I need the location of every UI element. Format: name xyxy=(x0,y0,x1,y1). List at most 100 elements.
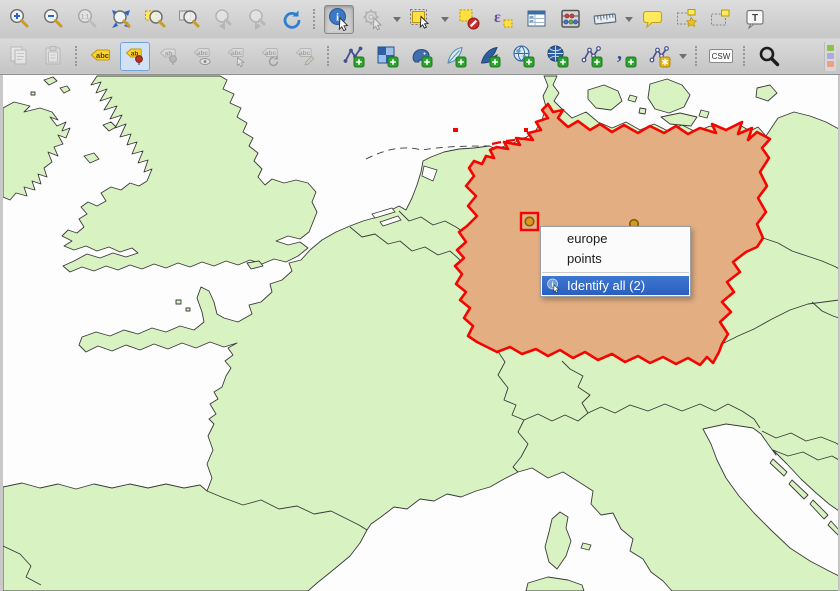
show-bookmarks-button[interactable] xyxy=(706,5,736,34)
toolbar-separator xyxy=(327,46,331,66)
zoom-in-icon xyxy=(7,7,31,31)
text-annotation-button[interactable]: T xyxy=(740,5,770,34)
zoom-to-layer-button[interactable] xyxy=(174,5,204,34)
add-wfs-icon xyxy=(579,44,603,68)
zoom-to-layer-icon xyxy=(177,7,201,31)
paste-style-button[interactable] xyxy=(38,42,68,71)
map-canvas[interactable] xyxy=(3,75,839,591)
text-annotation-icon: T xyxy=(743,7,767,31)
context-menu-item-points[interactable]: points xyxy=(541,249,690,269)
add-virtual-layer-button[interactable] xyxy=(644,42,674,71)
identify-icon: i xyxy=(327,7,351,31)
copy-style-icon xyxy=(7,44,31,68)
feature-action-dropdown[interactable] xyxy=(393,17,401,22)
label-and-layers-toolbar: abc ab ab abc abc xyxy=(0,38,840,73)
select-features-icon xyxy=(409,7,433,31)
add-wcs-layer-button[interactable] xyxy=(542,42,572,71)
measure-ruler-icon xyxy=(593,7,617,31)
add-wms-globe-icon xyxy=(511,44,535,68)
pin-unpin-labels-button[interactable]: ab xyxy=(120,42,150,71)
measure-button[interactable] xyxy=(590,5,620,34)
svg-text:CSW: CSW xyxy=(712,52,731,61)
zoom-in-button[interactable] xyxy=(4,5,34,34)
metasearch-csw-button[interactable]: CSW xyxy=(706,42,736,71)
statistical-summary-button[interactable] xyxy=(556,5,586,34)
add-postgis-elephant-icon xyxy=(409,44,433,68)
svg-text:abc: abc xyxy=(299,50,311,57)
zoom-to-selection-icon xyxy=(143,7,167,31)
deselect-features-button[interactable] xyxy=(454,5,484,34)
add-wcs-globe-icon xyxy=(545,44,569,68)
change-label-button[interactable]: abc xyxy=(290,42,320,71)
toolbar-overflow-button[interactable] xyxy=(824,42,836,71)
context-menu-item-europe[interactable]: europe xyxy=(541,229,690,249)
highlight-pinned-labels-button[interactable]: ab xyxy=(154,42,184,71)
select-expression-icon: ε xyxy=(491,7,515,31)
point-feature-1 xyxy=(525,217,534,226)
search-button[interactable] xyxy=(754,42,784,71)
zoom-full-extent-button[interactable] xyxy=(106,5,136,34)
pin-labels-icon: ab xyxy=(123,44,147,68)
add-raster-layer-button[interactable] xyxy=(372,42,402,71)
add-virtual-layer-icon xyxy=(647,44,671,68)
select-features-button[interactable] xyxy=(406,5,436,34)
paste-style-icon xyxy=(41,44,65,68)
zoom-last-icon xyxy=(211,7,235,31)
statistics-abacus-icon xyxy=(559,7,583,31)
new-bookmark-button[interactable] xyxy=(672,5,702,34)
search-icon xyxy=(757,44,781,68)
refresh-icon xyxy=(279,7,303,31)
add-wms-layer-button[interactable] xyxy=(508,42,538,71)
move-label-icon: abc xyxy=(225,44,249,68)
identify-features-button[interactable]: i xyxy=(324,5,354,34)
add-vector-layer-button[interactable] xyxy=(338,42,368,71)
zoom-next-button[interactable] xyxy=(242,5,272,34)
toolbar-separator xyxy=(743,46,747,66)
add-layer-dropdown[interactable] xyxy=(679,54,687,59)
zoom-actual-size-button[interactable]: 1:1 xyxy=(72,5,102,34)
run-feature-action-button[interactable] xyxy=(358,5,388,34)
open-attribute-table-button[interactable] xyxy=(522,5,552,34)
show-hide-labels-button[interactable]: abc xyxy=(188,42,218,71)
zoom-out-button[interactable] xyxy=(38,5,68,34)
select-features-dropdown[interactable] xyxy=(441,17,449,22)
select-by-expression-button[interactable]: ε xyxy=(488,5,518,34)
add-wfs-layer-button[interactable] xyxy=(576,42,606,71)
rotate-label-icon: abc xyxy=(259,44,283,68)
add-spatialite-layer-button[interactable] xyxy=(440,42,470,71)
refresh-button[interactable] xyxy=(276,5,306,34)
svg-text:T: T xyxy=(752,13,758,24)
context-menu-separator xyxy=(542,272,689,273)
zoom-actual-size-icon: 1:1 xyxy=(75,7,99,31)
zoom-to-selection-button[interactable] xyxy=(140,5,170,34)
feature-action-gear-icon xyxy=(361,7,385,31)
copy-style-button[interactable] xyxy=(4,42,34,71)
svg-text:ε: ε xyxy=(494,9,501,26)
measure-dropdown[interactable] xyxy=(625,17,633,22)
map-navigation-toolbar: 1:1 xyxy=(0,0,840,38)
map-tips-button[interactable] xyxy=(638,5,668,34)
deselect-features-icon xyxy=(457,7,481,31)
add-postgis-layer-button[interactable] xyxy=(406,42,436,71)
svg-text:1:1: 1:1 xyxy=(81,15,90,21)
move-label-button[interactable]: abc xyxy=(222,42,252,71)
add-delimited-text-comma-icon: , xyxy=(613,44,637,68)
add-spatialite-feather-icon xyxy=(443,44,467,68)
add-mssql-layer-button[interactable] xyxy=(474,42,504,71)
svg-text:abc: abc xyxy=(231,50,243,57)
svg-text:abc: abc xyxy=(96,51,109,60)
svg-text:i: i xyxy=(336,12,339,24)
toolbar-separator xyxy=(313,9,317,29)
context-menu-identify-all[interactable]: i Identify all (2) xyxy=(542,276,689,295)
zoom-next-icon xyxy=(245,7,269,31)
show-bookmarks-icon xyxy=(709,7,733,31)
map-tips-icon xyxy=(641,7,665,31)
zoom-last-button[interactable] xyxy=(208,5,238,34)
identify-all-label: Identify all (2) xyxy=(567,278,645,293)
pinned-labels-icon: ab xyxy=(157,44,181,68)
change-label-icon: abc xyxy=(293,44,317,68)
show-hide-labels-icon: abc xyxy=(191,44,215,68)
rotate-label-button[interactable]: abc xyxy=(256,42,286,71)
layer-labeling-options-button[interactable]: abc xyxy=(86,42,116,71)
add-delimited-text-layer-button[interactable]: , xyxy=(610,42,640,71)
